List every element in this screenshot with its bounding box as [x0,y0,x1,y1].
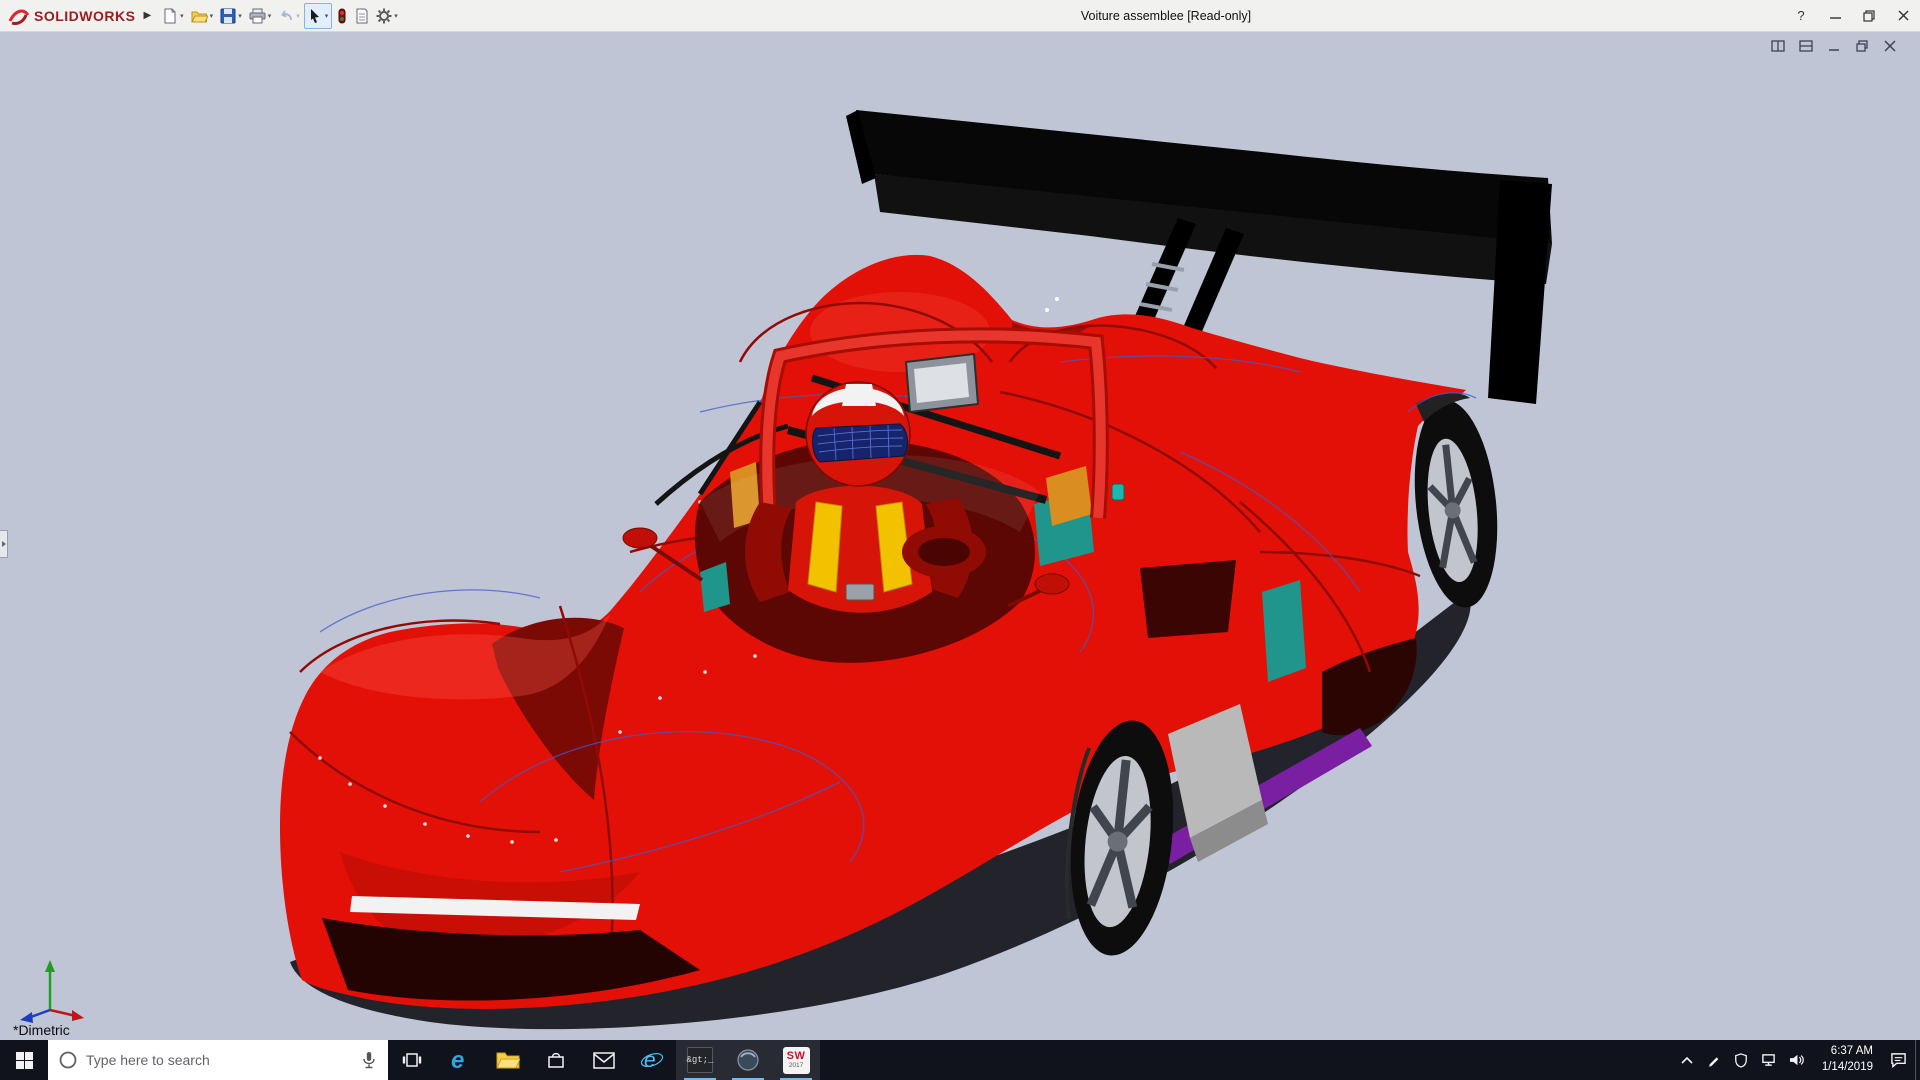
start-button[interactable] [0,1040,48,1080]
taskbar-app-edge[interactable]: e [436,1040,484,1080]
view-orientation-label: *Dimetric [13,1022,70,1038]
taskbar-app-internet-explorer[interactable]: e [628,1040,676,1080]
ds-logo-icon [8,9,30,25]
title-bar: SOLIDWORKS ▶ ▾ ▾ ▾ ▾ ▾ ▾ ▾ Voiture assem… [0,0,1920,32]
file-explorer-icon [496,1052,520,1069]
solidworks-logo: SOLIDWORKS [0,7,141,25]
rear-wheel [1414,400,1498,608]
task-view-button[interactable] [388,1040,436,1080]
taskbar-app-solidworks[interactable]: SW 2017 [772,1040,820,1080]
undo-button[interactable]: ▾ [275,3,303,29]
svg-text:e: e [644,1049,656,1072]
store-icon [548,1052,564,1068]
doc-minimize-icon[interactable] [1826,38,1842,54]
brand-text: SOLIDWORKS [34,7,136,24]
tray-network-icon[interactable] [1761,1053,1776,1067]
taskbar-app-store[interactable] [532,1040,580,1080]
save-button[interactable]: ▾ [217,3,245,29]
solidworks-2017-icon: SW 2017 [782,1046,810,1074]
car-model [280,110,1552,1030]
action-center-icon[interactable] [1890,1052,1907,1068]
clock-time: 6:37 AM [1830,1045,1873,1058]
document-window-controls [1770,38,1898,54]
doc-restore-icon[interactable] [1854,38,1870,54]
close-button[interactable] [1886,0,1920,31]
help-button[interactable]: ? [1784,0,1818,31]
file-properties-button[interactable] [352,3,372,29]
solidworks-window: SOLIDWORKS ▶ ▾ ▾ ▾ ▾ ▾ ▾ ▾ Voiture assem… [0,0,1920,1080]
open-button[interactable]: ▾ [188,3,217,29]
tray-volume-icon[interactable] [1789,1053,1805,1067]
standard-toolbar: ▾ ▾ ▾ ▾ ▾ ▾ ▾ [159,0,401,32]
window-title: Voiture assemblee [Read-only] [1080,8,1252,23]
harness-buckle [845,583,875,601]
select-button[interactable]: ▾ [303,2,333,29]
feature-tree-collapse-tab[interactable] [0,530,8,558]
doc-close-icon[interactable] [1882,38,1898,54]
tray-shield-icon[interactable] [1734,1052,1748,1068]
print-button[interactable]: ▾ [246,3,275,29]
mail-icon [593,1051,615,1069]
show-desktop-button[interactable] [1915,1040,1920,1080]
svg-text:e: e [451,1047,464,1073]
taskbar-app-edrawings[interactable] [724,1040,772,1080]
taskbar-clock[interactable]: 6:37 AM 1/14/2019 [1818,1044,1877,1075]
command-prompt-icon: &gt;_ [687,1047,714,1073]
internet-explorer-icon: e [640,1049,664,1072]
clock-date: 1/14/2019 [1821,1061,1873,1073]
cortana-icon [59,1051,77,1069]
taskbar-app-command-prompt[interactable]: &gt;_ [676,1040,724,1080]
microphone-icon[interactable] [360,1051,378,1069]
search-input[interactable] [86,1052,352,1068]
taskbar-search[interactable] [48,1040,388,1080]
split-horizontal-icon[interactable] [1798,38,1814,54]
orientation-triad-icon [20,960,84,1023]
task-view-icon [402,1053,422,1067]
taskbar-app-mail[interactable] [580,1040,628,1080]
sphere-app-icon [737,1049,759,1071]
menu-expand-arrow[interactable]: ▶ [141,10,159,21]
minimize-button[interactable] [1818,0,1852,31]
new-document-button[interactable]: ▾ [159,3,187,29]
taskbar: e e & [0,1040,1920,1080]
rebuild-button[interactable] [333,3,351,29]
tray-pen-icon[interactable] [1707,1053,1721,1067]
options-gear-button[interactable]: ▾ [373,3,401,29]
split-vertical-icon[interactable] [1770,38,1786,54]
taskbar-app-file-explorer[interactable] [484,1040,532,1080]
teal-latch [1111,483,1125,501]
edge-icon: e [451,1047,464,1073]
window-controls: ? [1784,0,1920,31]
graphics-area[interactable]: *Dimetric [0,32,1920,1040]
system-tray: 6:37 AM 1/14/2019 [1672,1040,1915,1080]
side-window-teal [1262,580,1306,682]
windows-logo-icon [15,1051,33,1069]
rearview-mirror [904,352,980,414]
tray-chevron-up-icon[interactable] [1680,1055,1694,1065]
restore-button[interactable] [1852,0,1886,31]
